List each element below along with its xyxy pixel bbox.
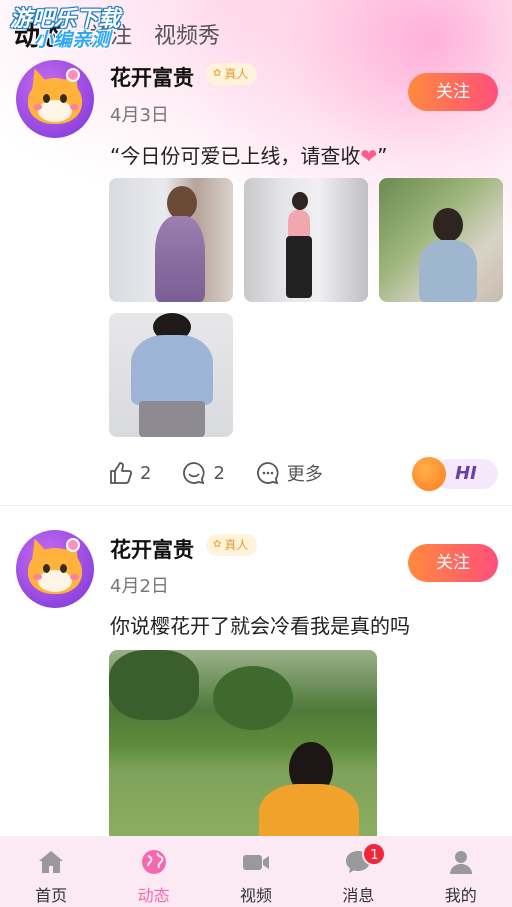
photo-tree [109, 650, 199, 720]
nav-label: 消息 [342, 886, 375, 905]
photo-figure-head [433, 208, 463, 242]
post-photo[interactable] [379, 178, 503, 302]
bottom-nav: 首页 动态 视频 1 消息 我的 [0, 836, 512, 907]
verified-badge: ✿ 真人 [206, 534, 258, 556]
photo-figure-legs [139, 401, 205, 437]
photo-figure-body [419, 240, 477, 302]
watermark-line-2: 小编亲测 [34, 29, 111, 52]
nav-label: 动态 [137, 886, 170, 905]
fox-blush-right [70, 574, 79, 580]
photo-figure-head [292, 192, 308, 210]
photo-figure-body [259, 784, 359, 836]
like-button[interactable]: 2 [108, 460, 151, 486]
globe-icon [138, 846, 170, 878]
photo-figure-legs [286, 236, 312, 298]
post-date: 4月3日 [110, 105, 169, 126]
say-hi-button[interactable]: HI [408, 455, 500, 491]
verified-badge: ✿ 真人 [206, 63, 258, 85]
photo-figure-body [155, 216, 205, 302]
photo-tree [213, 666, 293, 730]
post-card: 花开富贵 ✿ 真人 4月3日 关注 “今日份可爱已上线，请查收❤” 2 2 更多… [0, 0, 512, 505]
tab-video-show[interactable]: 视频秀 [154, 18, 220, 50]
fox-eye-left [43, 94, 50, 103]
nav-label: 我的 [444, 886, 477, 905]
watermark: 游吧乐下载 小编亲测 [10, 8, 120, 51]
more-label: 更多 [286, 464, 323, 485]
bubble-icon [66, 68, 80, 82]
nav-home[interactable]: 首页 [11, 846, 91, 906]
post-photo[interactable] [109, 650, 377, 836]
fox-blush-right [70, 104, 79, 110]
fox-eye-right [60, 94, 67, 103]
thumbs-up-icon [110, 462, 133, 484]
post-text: “今日份可爱已上线，请查收❤” [110, 140, 388, 169]
author-name[interactable]: 花开富贵 [110, 534, 194, 564]
follow-button[interactable]: 关注 [408, 73, 498, 111]
post-date: 4月2日 [110, 576, 169, 597]
heart-icon: ❤ [360, 144, 378, 168]
unread-badge: 1 [362, 842, 387, 866]
nav-video[interactable]: 视频 [216, 846, 296, 906]
fox-eye-left [43, 564, 50, 573]
more-chat-icon [256, 462, 279, 485]
more-button[interactable]: 更多 [255, 460, 323, 486]
post-card: 花开富贵 ✿ 真人 4月2日 关注 你说樱花开了就会冷看我是真的吗 [0, 506, 512, 836]
photo-figure-head [167, 186, 197, 220]
post-photo[interactable] [244, 178, 368, 302]
photo-figure-body [131, 335, 213, 405]
badge-icon: ✿ [213, 539, 222, 550]
fox-blush-left [33, 574, 42, 580]
nav-label: 视频 [239, 886, 272, 905]
video-camera-icon [240, 846, 272, 878]
post-photo[interactable] [109, 313, 233, 437]
fox-blush-left [33, 104, 42, 110]
post-text: 你说樱花开了就会冷看我是真的吗 [110, 614, 410, 638]
home-icon [35, 846, 67, 878]
badge-icon: ✿ [213, 68, 222, 79]
comment-count: 2 [213, 462, 225, 484]
fox-eye-right [60, 564, 67, 573]
like-count: 2 [140, 462, 152, 484]
nav-label: 首页 [35, 886, 68, 905]
badge-label: 真人 [224, 538, 249, 552]
comment-button[interactable]: 2 [181, 460, 225, 486]
badge-label: 真人 [224, 67, 249, 81]
post-photo[interactable] [109, 178, 233, 302]
follow-button[interactable]: 关注 [408, 544, 498, 582]
author-name[interactable]: 花开富贵 [110, 62, 194, 92]
avatar[interactable] [16, 530, 94, 608]
nav-profile[interactable]: 我的 [421, 846, 501, 906]
comment-icon [183, 462, 205, 485]
post-actions: 2 2 更多 [108, 458, 353, 488]
nav-messages[interactable]: 1 消息 [318, 842, 398, 906]
nav-feed[interactable]: 动态 [114, 846, 194, 906]
post-text-end: ” [377, 144, 388, 168]
fox-muzzle [38, 570, 72, 592]
watermark-line-1: 游吧乐下载 [10, 7, 121, 32]
kiss-emoji-icon [412, 457, 446, 491]
avatar[interactable] [16, 60, 94, 138]
photo-figure-body [288, 210, 310, 238]
user-icon [445, 846, 477, 878]
bubble-icon [66, 538, 80, 552]
post-text-body: “今日份可爱已上线，请查收 [110, 144, 361, 168]
fox-muzzle [38, 100, 72, 122]
